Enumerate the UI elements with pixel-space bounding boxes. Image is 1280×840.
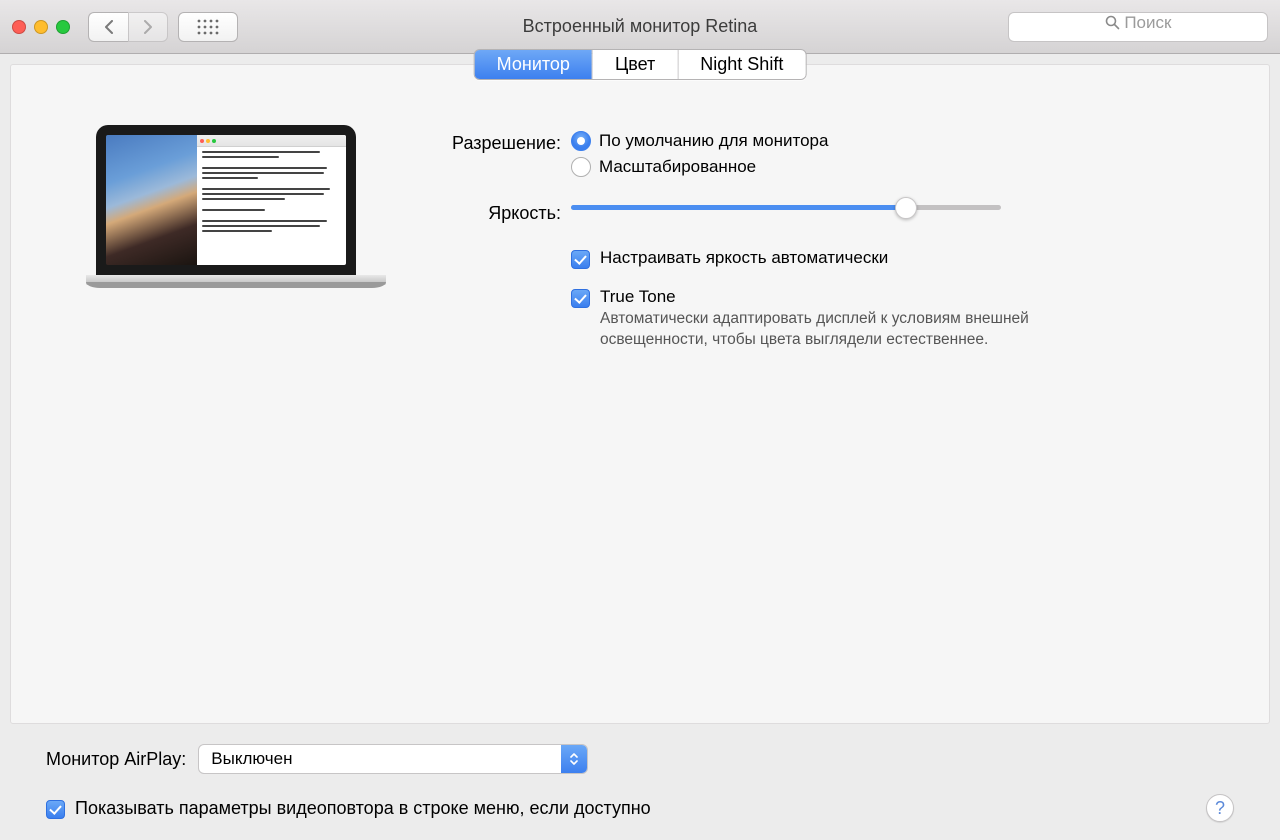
search-wrap: Поиск — [1008, 12, 1268, 42]
radio-default-for-display[interactable]: По умолчанию для монитора — [571, 131, 1209, 151]
resolution-row: Разрешение: По умолчанию для монитора Ма… — [411, 131, 1209, 183]
check-icon — [571, 250, 590, 269]
tab-monitor[interactable]: Монитор — [475, 50, 593, 79]
true-tone-description: Автоматически адаптировать дисплей к усл… — [600, 309, 1040, 351]
main-panel: Монитор Цвет Night Shift — [10, 64, 1270, 724]
airplay-row: Монитор AirPlay: Выключен — [46, 744, 1234, 774]
brightness-slider[interactable] — [571, 201, 1209, 210]
brightness-row: Яркость: — [411, 201, 1209, 224]
tab-night-shift[interactable]: Night Shift — [678, 50, 805, 79]
radio-icon — [571, 131, 591, 151]
grid-view-button[interactable] — [178, 12, 238, 42]
checkbox-auto-brightness[interactable]: Настраивать яркость автоматически — [571, 248, 1209, 269]
search-icon — [1105, 13, 1125, 32]
nav-group — [88, 12, 168, 42]
minimize-icon[interactable] — [34, 20, 48, 34]
search-placeholder: Поиск — [1124, 13, 1171, 32]
titlebar: Встроенный монитор Retina Поиск — [0, 0, 1280, 54]
checkbox-show-mirroring[interactable]: Показывать параметры видеоповтора в стро… — [46, 798, 651, 819]
zoom-icon[interactable] — [56, 20, 70, 34]
back-button[interactable] — [88, 12, 128, 42]
radio-icon — [571, 157, 591, 177]
check-icon — [46, 800, 65, 819]
search-input[interactable]: Поиск — [1008, 12, 1268, 42]
airplay-value: Выключен — [211, 749, 292, 769]
display-illustration — [71, 125, 381, 325]
forward-button[interactable] — [128, 12, 168, 42]
radio-label: По умолчанию для монитора — [599, 131, 828, 151]
checkbox-label: Настраивать яркость автоматически — [600, 248, 888, 268]
window: Встроенный монитор Retina Поиск Монитор … — [0, 0, 1280, 840]
auto-brightness-row: Настраивать яркость автоматически — [411, 248, 1209, 277]
radio-label: Масштабированное — [599, 157, 756, 177]
airplay-popup[interactable]: Выключен — [198, 744, 588, 774]
true-tone-row: True Tone Автоматически адаптировать дис… — [411, 287, 1209, 355]
check-icon — [571, 289, 590, 308]
footer: Монитор AirPlay: Выключен Показывать пар… — [10, 724, 1270, 838]
traffic-lights — [12, 20, 70, 34]
tab-color[interactable]: Цвет — [593, 50, 678, 79]
tab-group: Монитор Цвет Night Shift — [474, 49, 807, 80]
body: Разрешение: По умолчанию для монитора Ма… — [11, 105, 1269, 365]
close-icon[interactable] — [12, 20, 26, 34]
checkbox-label: Показывать параметры видеоповтора в стро… — [75, 798, 651, 819]
chevron-updown-icon — [561, 745, 587, 773]
radio-scaled[interactable]: Масштабированное — [571, 157, 1209, 177]
content: Монитор Цвет Night Shift — [0, 54, 1280, 840]
bottom-row: Показывать параметры видеоповтора в стро… — [46, 794, 1234, 822]
settings: Разрешение: По умолчанию для монитора Ма… — [411, 125, 1209, 365]
checkbox-true-tone[interactable]: True Tone Автоматически адаптировать дис… — [571, 287, 1209, 351]
help-button[interactable]: ? — [1206, 794, 1234, 822]
resolution-label: Разрешение: — [411, 131, 571, 154]
brightness-label: Яркость: — [411, 201, 571, 224]
checkbox-label: True Tone — [600, 287, 1040, 307]
airplay-label: Монитор AirPlay: — [46, 749, 186, 770]
